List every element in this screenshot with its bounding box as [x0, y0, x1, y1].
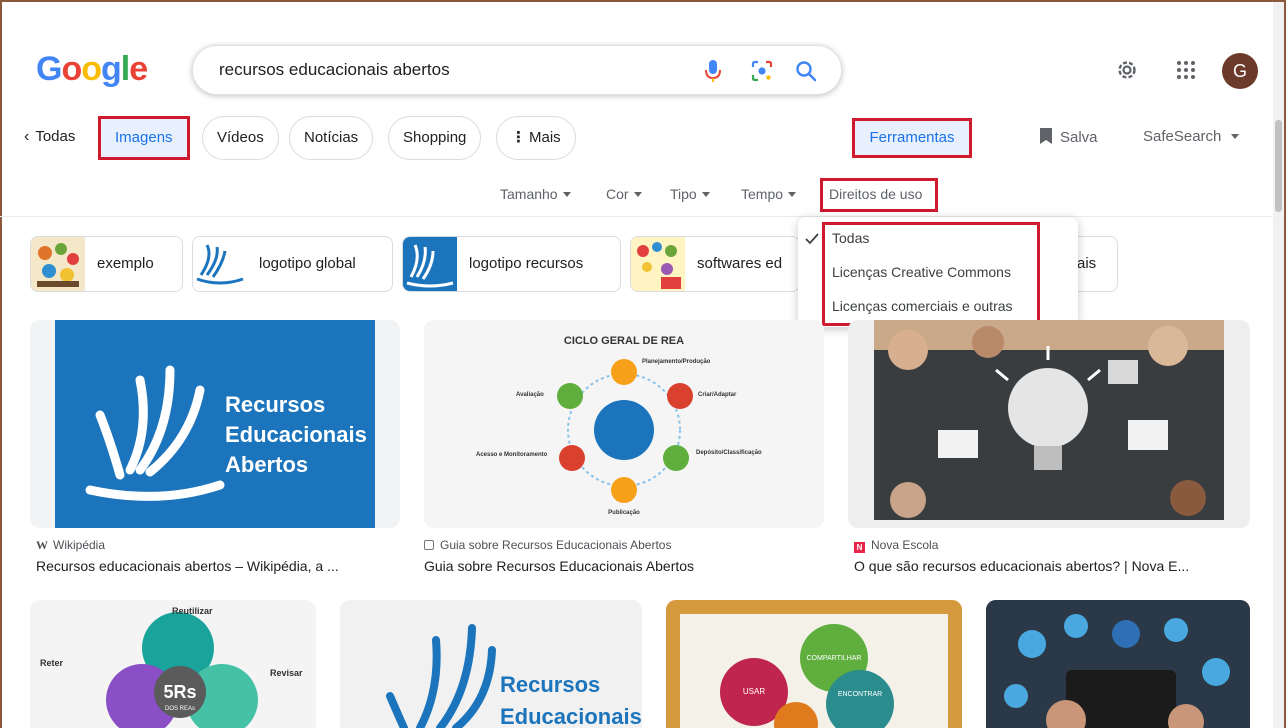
- chevron-left-icon: ‹: [24, 128, 30, 145]
- safesearch-dropdown[interactable]: SafeSearch: [1143, 128, 1240, 145]
- result-title[interactable]: O que são recursos educacionais abertos?…: [854, 558, 1246, 574]
- suggestion-chip[interactable]: logotipo recursos: [402, 236, 621, 292]
- scrollbar-thumb[interactable]: [1275, 120, 1282, 212]
- tool-filters: Tamanho Cor Tipo Tempo Direitos de uso: [0, 178, 1286, 212]
- search-icon[interactable]: [794, 59, 818, 83]
- image-text: Acesso e Monitoramento: [476, 452, 548, 458]
- five-rs-diagram-image: 5Rs DOS REAs Reutilizar Reter Revisar: [40, 606, 303, 728]
- search-box[interactable]: recursos educacionais abertos: [192, 45, 842, 95]
- tab-more[interactable]: ⋮ Mais: [496, 116, 576, 160]
- result-source[interactable]: Guia sobre Recursos Educacionais Abertos: [424, 538, 671, 552]
- image-text: 5Rs: [163, 682, 196, 702]
- image-text: DOS REAs: [165, 706, 195, 712]
- image-text: Revisar: [270, 668, 303, 678]
- caret-down-icon: [701, 192, 710, 197]
- lens-icon[interactable]: [750, 59, 774, 83]
- gear-icon[interactable]: [1114, 57, 1140, 83]
- suggestion-label: softwares ed: [697, 255, 783, 272]
- tab-videos[interactable]: Vídeos: [202, 116, 279, 160]
- result-image[interactable]: Recursos Educacionais: [340, 600, 642, 728]
- suggestion-chip[interactable]: logotipo global: [192, 236, 393, 292]
- google-logo[interactable]: Google: [36, 50, 148, 89]
- usage-rights-options-highlight: [822, 222, 1040, 326]
- tab-images[interactable]: Imagens: [98, 116, 190, 160]
- image-text: ENCONTRAR: [838, 691, 882, 698]
- image-text: Reter: [40, 658, 64, 668]
- saved-link[interactable]: Salva: [1040, 128, 1098, 146]
- search-input[interactable]: recursos educacionais abertos: [219, 60, 450, 80]
- caret-down-icon: [1231, 134, 1240, 139]
- image-text: Avaliação: [516, 392, 544, 398]
- check-icon: [805, 233, 819, 245]
- tools-button[interactable]: Ferramentas: [852, 118, 972, 158]
- mic-icon[interactable]: [702, 59, 724, 83]
- result-image[interactable]: Recursos Educacionais Abertos: [30, 320, 400, 528]
- header-divider: [0, 216, 1274, 217]
- result-source[interactable]: N Nova Escola: [854, 538, 938, 553]
- image-text: Recursos: [225, 392, 325, 417]
- tab-shopping[interactable]: Shopping: [388, 116, 482, 160]
- search-tabs: ‹ Todas Imagens Vídeos Notícias Shopping …: [0, 116, 1286, 160]
- usage-rights-highlight: [820, 178, 938, 212]
- suggestion-thumbnail: [631, 237, 685, 291]
- image-text: CICLO GERAL DE REA: [564, 335, 684, 347]
- image-text: USAR: [743, 687, 765, 696]
- image-text: Depósito/Classificação: [696, 450, 762, 456]
- caret-down-icon: [562, 192, 571, 197]
- result-source[interactable]: W Wikipédia: [36, 538, 105, 553]
- nova-escola-icon: N: [854, 542, 865, 553]
- filter-time[interactable]: Tempo: [741, 186, 797, 202]
- suggestion-chip[interactable]: softwares ed: [630, 236, 800, 292]
- wikipedia-icon: W: [36, 538, 48, 552]
- rea-logo-white-image: Recursos Educacionais: [386, 624, 642, 728]
- image-text: Publicação: [608, 510, 640, 516]
- image-text: Recursos: [500, 672, 600, 697]
- rea-logo-image: Recursos Educacionais Abertos: [55, 320, 375, 528]
- apps-grid-icon[interactable]: [1174, 58, 1198, 82]
- tab-news[interactable]: Notícias: [289, 116, 374, 160]
- suggestion-thumbnail: [193, 237, 247, 291]
- filter-size[interactable]: Tamanho: [500, 186, 571, 202]
- use-share-find-image: COMPARTILHAR USAR ENCONTRAR: [666, 600, 962, 728]
- filter-type[interactable]: Tipo: [670, 186, 710, 202]
- bookmark-icon: [1040, 128, 1052, 144]
- vertical-scrollbar[interactable]: [1273, 2, 1284, 728]
- more-vert-icon: ⋮: [511, 129, 526, 146]
- result-image[interactable]: CICLO GERAL DE REA Planejamento/Produção…: [424, 320, 824, 528]
- result-title[interactable]: Recursos educacionais abertos – Wikipédi…: [36, 558, 398, 574]
- suggestion-thumbnail: [403, 237, 457, 291]
- image-text: Reutilizar: [172, 606, 213, 616]
- image-text: Planejamento/Produção: [642, 359, 711, 365]
- image-text: Educacionais: [500, 704, 642, 728]
- image-text: Criar/Adaptar: [698, 392, 737, 398]
- image-text: Educacionais: [225, 422, 367, 447]
- caret-down-icon: [633, 192, 642, 197]
- result-title[interactable]: Guia sobre Recursos Educacionais Abertos: [424, 558, 804, 574]
- suggestion-chip[interactable]: exemplo: [30, 236, 183, 292]
- suggestion-label: logotipo global: [259, 255, 356, 272]
- filter-color[interactable]: Cor: [606, 186, 642, 202]
- suggestion-label: exemplo: [97, 255, 154, 272]
- result-image[interactable]: [986, 600, 1250, 728]
- account-avatar[interactable]: G: [1222, 53, 1258, 89]
- suggestion-label: logotipo recursos: [469, 255, 584, 272]
- rea-cycle-diagram-image: CICLO GERAL DE REA Planejamento/Produção…: [476, 335, 762, 516]
- caret-down-icon: [788, 192, 797, 197]
- result-image[interactable]: COMPARTILHAR USAR ENCONTRAR: [666, 600, 962, 728]
- tech-icons-photo-image: [986, 600, 1250, 728]
- suggestion-label: ais: [1077, 255, 1097, 272]
- result-image[interactable]: [848, 320, 1250, 528]
- suggestion-thumbnail: [31, 237, 85, 291]
- site-favicon-icon: [424, 540, 434, 550]
- result-image[interactable]: 5Rs DOS REAs Reutilizar Reter Revisar: [30, 600, 316, 728]
- image-text: COMPARTILHAR: [807, 655, 862, 662]
- tab-all[interactable]: ‹ Todas: [24, 128, 75, 146]
- lightbulb-photo-image: [874, 320, 1224, 520]
- image-text: Abertos: [225, 452, 308, 477]
